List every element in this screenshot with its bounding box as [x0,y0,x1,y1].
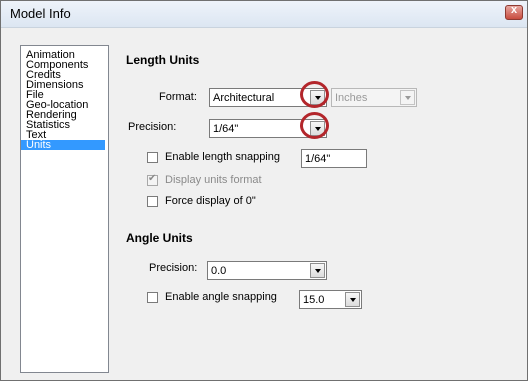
angle-precision-value: 0.0 [211,265,227,277]
enable-angle-snapping-label[interactable]: Enable angle snapping [165,291,277,303]
display-units-format-label: Display units format [165,174,262,186]
chevron-down-icon[interactable] [310,263,325,278]
category-list[interactable]: Animation Components Credits Dimensions … [20,45,109,373]
chevron-down-icon [400,90,415,105]
checkmark-icon: ✔ [148,173,157,184]
precision-label: Precision: [128,121,177,133]
force-display-checkbox[interactable] [147,196,158,207]
length-units-heading: Length Units [126,53,200,67]
chevron-down-icon[interactable] [345,292,360,307]
angle-units-heading: Angle Units [126,231,193,245]
dialog-title: Model Info [10,6,71,21]
format-label: Format: [159,91,197,103]
unit-value: Inches [335,92,368,104]
chevron-down-icon[interactable] [310,121,325,136]
close-icon: x [510,4,518,16]
title-bar[interactable]: Model Info x [1,1,527,28]
sidebar-item-units[interactable]: Units [21,140,105,151]
length-precision-value: 1/64" [213,123,239,135]
enable-length-snapping-label[interactable]: Enable length snapping [165,151,280,163]
enable-angle-snapping-checkbox[interactable] [147,292,158,303]
format-value: Architectural [213,92,275,104]
display-units-format-checkbox: ✔ [147,173,158,186]
unit-dropdown: Inches [331,88,417,107]
length-snapping-value: 1/64" [305,153,331,165]
model-info-dialog: Model Info x Animation Components Credit… [0,0,528,381]
angle-snapping-dropdown[interactable]: 15.0 [299,290,362,309]
chevron-down-icon[interactable] [310,90,325,105]
format-dropdown[interactable]: Architectural [209,88,327,107]
enable-length-snapping-checkbox[interactable] [147,152,158,163]
angle-snapping-value: 15.0 [303,294,325,306]
angle-precision-label: Precision: [149,262,198,274]
length-snapping-input[interactable]: 1/64" [301,149,367,168]
units-panel: Length Units Format: Architectural Inche… [111,45,519,373]
force-display-label[interactable]: Force display of 0" [165,195,256,207]
angle-precision-dropdown[interactable]: 0.0 [207,261,327,280]
length-precision-dropdown[interactable]: 1/64" [209,119,327,138]
close-button[interactable]: x [505,4,523,20]
